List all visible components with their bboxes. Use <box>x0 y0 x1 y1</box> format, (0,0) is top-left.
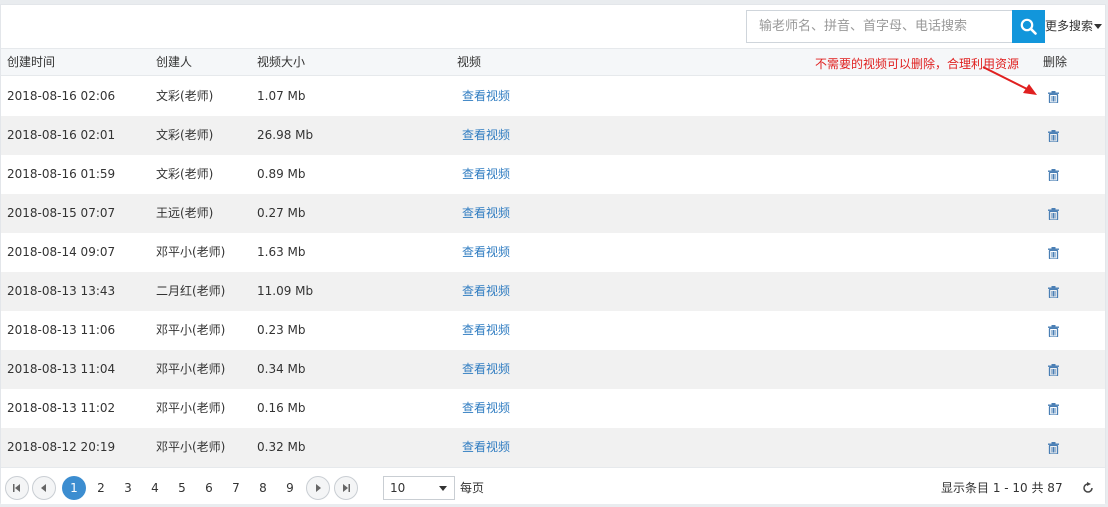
created-time-cell: 2018-08-16 02:06 <box>7 89 116 103</box>
creator-cell: 文彩(老师) <box>156 128 214 142</box>
creator-cell: 二月红(老师) <box>156 284 226 298</box>
view-video-link[interactable]: 查看视频 <box>462 350 510 389</box>
created-time-cell: 2018-08-16 01:59 <box>7 167 116 181</box>
created-time-cell: 2018-08-13 13:43 <box>7 284 116 298</box>
trash-icon[interactable] <box>1048 286 1059 298</box>
table-row: 2018-08-12 20:19 邓平小(老师) 0.32 Mb 查看视频 <box>1 428 1105 467</box>
created-time-cell: 2018-08-14 09:07 <box>7 245 116 259</box>
table-row: 2018-08-13 11:02 邓平小(老师) 0.16 Mb 查看视频 <box>1 389 1105 428</box>
created-time-cell: 2018-08-13 11:06 <box>7 323 116 337</box>
creator-cell: 邓平小(老师) <box>156 362 226 376</box>
page-number-8[interactable]: 8 <box>251 476 275 500</box>
page-number-2[interactable]: 2 <box>89 476 113 500</box>
trash-icon[interactable] <box>1048 169 1059 181</box>
creator-cell: 文彩(老师) <box>156 167 214 181</box>
toolbar: 输老师名、拼音、首字母、电话搜索 更多搜索 <box>1 5 1105 47</box>
trash-icon[interactable] <box>1048 325 1059 337</box>
column-creator[interactable]: 创建人 <box>156 49 192 76</box>
created-time-cell: 2018-08-15 07:07 <box>7 206 116 220</box>
size-cell: 0.32 Mb <box>257 440 306 454</box>
trash-icon[interactable] <box>1048 364 1059 376</box>
page-size-value: 10 <box>390 481 406 495</box>
creator-cell: 邓平小(老师) <box>156 401 226 415</box>
video-list-panel: 输老师名、拼音、首字母、电话搜索 更多搜索 创建时间 创建人 视频大小 视频 删… <box>0 4 1106 504</box>
caret-down-icon <box>1094 24 1103 29</box>
more-search-dropdown[interactable]: 更多搜索 <box>1045 10 1103 43</box>
view-video-link[interactable]: 查看视频 <box>462 155 510 194</box>
creator-cell: 王远(老师) <box>156 206 214 220</box>
creator-cell: 邓平小(老师) <box>156 323 226 337</box>
prev-page-button[interactable] <box>32 476 56 500</box>
last-page-icon <box>343 484 350 492</box>
page-number-9[interactable]: 9 <box>278 476 302 500</box>
column-delete: 删除 <box>1043 55 1068 69</box>
search-button[interactable] <box>1012 10 1045 43</box>
next-page-button[interactable] <box>306 476 330 500</box>
size-cell: 11.09 Mb <box>257 284 314 298</box>
view-video-link[interactable]: 查看视频 <box>462 233 510 272</box>
page-number-5[interactable]: 5 <box>170 476 194 500</box>
view-video-link[interactable]: 查看视频 <box>462 272 510 311</box>
table-row: 2018-08-16 01:59 文彩(老师) 0.89 Mb 查看视频 <box>1 155 1105 194</box>
column-created-time[interactable]: 创建时间 <box>7 49 55 76</box>
trash-icon[interactable] <box>1048 208 1059 220</box>
first-page-button[interactable] <box>5 476 29 500</box>
created-time-cell: 2018-08-13 11:04 <box>7 362 116 376</box>
size-cell: 0.16 Mb <box>257 401 306 415</box>
view-video-link[interactable]: 查看视频 <box>462 194 510 233</box>
pagination-bar: 123456789 10 每页 显示条目 1 - 10 共 87 <box>1 467 1105 504</box>
size-cell: 0.27 Mb <box>257 206 306 220</box>
prev-page-icon <box>41 484 46 492</box>
size-cell: 0.23 Mb <box>257 323 306 337</box>
creator-cell: 文彩(老师) <box>156 89 214 103</box>
column-video: 视频 <box>457 55 482 69</box>
page-number-4[interactable]: 4 <box>143 476 167 500</box>
refresh-icon[interactable] <box>1082 482 1094 494</box>
trash-icon[interactable] <box>1048 403 1059 415</box>
size-cell: 0.89 Mb <box>257 167 306 181</box>
search-input[interactable]: 输老师名、拼音、首字母、电话搜索 <box>746 10 1012 43</box>
view-video-link[interactable]: 查看视频 <box>462 116 510 155</box>
trash-icon[interactable] <box>1048 91 1059 103</box>
size-cell: 0.34 Mb <box>257 362 306 376</box>
view-video-link[interactable]: 查看视频 <box>462 311 510 350</box>
search-icon <box>1020 18 1037 35</box>
table-row: 2018-08-13 11:04 邓平小(老师) 0.34 Mb 查看视频 <box>1 350 1105 389</box>
table-row: 2018-08-16 02:06 文彩(老师) 1.07 Mb 查看视频 <box>1 77 1105 116</box>
table-row: 2018-08-13 13:43 二月红(老师) 11.09 Mb 查看视频 <box>1 272 1105 311</box>
column-size[interactable]: 视频大小 <box>257 49 305 76</box>
view-video-link[interactable]: 查看视频 <box>462 428 510 467</box>
page-number-6[interactable]: 6 <box>197 476 221 500</box>
created-time-cell: 2018-08-13 11:02 <box>7 401 116 415</box>
page-number-7[interactable]: 7 <box>224 476 248 500</box>
pagination-info: 显示条目 1 - 10 共 87 <box>941 481 1063 495</box>
trash-icon[interactable] <box>1048 130 1059 142</box>
size-cell: 1.07 Mb <box>257 89 306 103</box>
caret-down-icon <box>439 486 447 491</box>
creator-cell: 邓平小(老师) <box>156 245 226 259</box>
trash-icon[interactable] <box>1048 247 1059 259</box>
last-page-button[interactable] <box>334 476 358 500</box>
per-page-label: 每页 <box>460 481 485 495</box>
created-time-cell: 2018-08-12 20:19 <box>7 440 116 454</box>
page-number-3[interactable]: 3 <box>116 476 140 500</box>
table-row: 2018-08-16 02:01 文彩(老师) 26.98 Mb 查看视频 <box>1 116 1105 155</box>
view-video-link[interactable]: 查看视频 <box>462 389 510 428</box>
view-video-link[interactable]: 查看视频 <box>462 77 510 116</box>
creator-cell: 邓平小(老师) <box>156 440 226 454</box>
table-row: 2018-08-13 11:06 邓平小(老师) 0.23 Mb 查看视频 <box>1 311 1105 350</box>
page-size-select[interactable]: 10 <box>383 476 455 500</box>
table-row: 2018-08-15 07:07 王远(老师) 0.27 Mb 查看视频 <box>1 194 1105 233</box>
first-page-icon <box>13 484 20 492</box>
more-search-label: 更多搜索 <box>1045 19 1094 33</box>
size-cell: 26.98 Mb <box>257 128 314 142</box>
created-time-cell: 2018-08-16 02:01 <box>7 128 116 142</box>
trash-icon[interactable] <box>1048 442 1059 454</box>
size-cell: 1.63 Mb <box>257 245 306 259</box>
table-body: 2018-08-16 02:06 文彩(老师) 1.07 Mb 查看视频 2018-08… <box>1 77 1105 467</box>
table-row: 2018-08-14 09:07 邓平小(老师) 1.63 Mb 查看视频 <box>1 233 1105 272</box>
next-page-icon <box>316 484 321 492</box>
page-number-1[interactable]: 1 <box>62 476 86 500</box>
